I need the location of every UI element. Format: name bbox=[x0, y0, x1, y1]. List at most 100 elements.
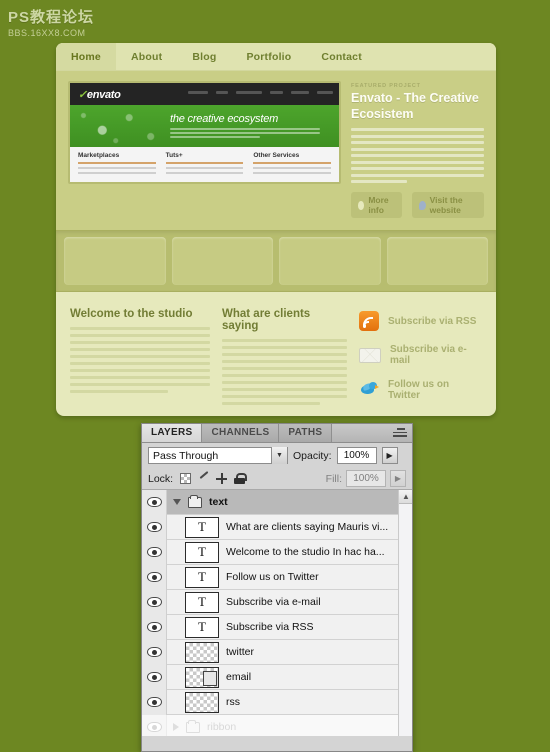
watermark-url: BBS.16XX8.COM bbox=[8, 28, 86, 38]
layer-name: Subscribe via e-mail bbox=[226, 596, 321, 608]
menu-bar bbox=[317, 91, 333, 94]
layer-visibility-toggle[interactable] bbox=[142, 714, 167, 736]
visit-website-button[interactable]: Visit the website bbox=[412, 192, 484, 219]
subscribe-email-row[interactable]: Subscribe via e-mail bbox=[359, 344, 482, 366]
tab-paths[interactable]: PATHS bbox=[279, 424, 333, 442]
nav-item-blog[interactable]: Blog bbox=[177, 43, 231, 70]
eye-icon bbox=[146, 522, 162, 532]
tab-layers[interactable]: LAYERS bbox=[142, 424, 203, 442]
more-info-button[interactable]: More info bbox=[351, 192, 403, 219]
layer-row-text-twitter[interactable]: T Follow us on Twitter bbox=[142, 564, 398, 590]
opacity-slider-arrow-icon[interactable]: ▶ bbox=[381, 447, 398, 464]
screenshot-column: Tuts+ bbox=[165, 152, 244, 179]
layer-row-text-email[interactable]: T Subscribe via e-mail bbox=[142, 589, 398, 615]
tab-channels[interactable]: CHANNELS bbox=[202, 424, 280, 442]
screenshot-columns: Marketplaces Tuts+ Other Services bbox=[70, 147, 339, 182]
layer-visibility-toggle[interactable] bbox=[142, 614, 167, 640]
lock-position-icon[interactable] bbox=[216, 473, 228, 484]
screenshot-banner: the creative ecosystem bbox=[70, 105, 339, 147]
opacity-label: Opacity: bbox=[293, 449, 332, 462]
layer-visibility-toggle[interactable] bbox=[142, 539, 167, 565]
screenshot-menu bbox=[188, 91, 333, 94]
lock-transparency-icon[interactable] bbox=[180, 473, 192, 484]
tab-label: PATHS bbox=[288, 427, 323, 438]
layer-row-text-welcome[interactable]: T Welcome to the studio In hac ha... bbox=[142, 539, 398, 565]
layer-name: rss bbox=[226, 696, 240, 708]
layer-row-email[interactable]: email bbox=[142, 664, 398, 690]
text-layer-thumbnail-icon: T bbox=[185, 616, 219, 638]
ribbon-thumbnail[interactable] bbox=[386, 237, 488, 286]
folder-icon bbox=[188, 494, 202, 508]
thumbnail-ribbon bbox=[56, 230, 496, 293]
scrollbar-track[interactable] bbox=[399, 504, 412, 736]
ribbon-thumbnail[interactable] bbox=[64, 237, 166, 286]
layer-row-content: twitter bbox=[167, 641, 398, 663]
rss-icon bbox=[359, 311, 379, 332]
featured-buttons: More info Visit the website bbox=[351, 192, 484, 219]
welcome-title: Welcome to the studio bbox=[70, 308, 193, 321]
text-layer-thumbnail-icon: T bbox=[185, 541, 219, 563]
layer-visibility-toggle[interactable] bbox=[142, 514, 167, 540]
welcome-body bbox=[70, 327, 210, 394]
ribbon-thumbnail[interactable] bbox=[171, 237, 273, 286]
layer-name: Welcome to the studio In hac ha... bbox=[226, 546, 385, 558]
subscribe-email-label: Subscribe via e-mail bbox=[390, 344, 467, 367]
fill-group: Fill: 100% ▶ bbox=[326, 470, 406, 487]
layer-row-group-text[interactable]: text bbox=[142, 490, 398, 515]
chevron-down-icon[interactable]: ▼ bbox=[271, 447, 287, 464]
text-layer-thumbnail-icon: T bbox=[185, 591, 219, 613]
layer-row-content: T What are clients saying Mauris vi... bbox=[167, 516, 398, 538]
layer-row-content: T Welcome to the studio In hac ha... bbox=[167, 541, 398, 563]
watermark-title: PS教程论坛 bbox=[8, 9, 95, 26]
layer-row-text-rss[interactable]: T Subscribe via RSS bbox=[142, 614, 398, 640]
follow-twitter-row[interactable]: Follow us on Twitter bbox=[359, 379, 482, 401]
eye-icon bbox=[146, 722, 162, 732]
menu-bar bbox=[216, 91, 228, 94]
lock-row: Lock: Fill: 100% ▶ bbox=[142, 468, 412, 490]
layer-row-group-ribbon[interactable]: ribbon bbox=[142, 714, 398, 736]
eye-icon bbox=[146, 597, 162, 607]
chevron-right-icon[interactable] bbox=[173, 723, 179, 731]
chevron-down-icon[interactable] bbox=[173, 499, 181, 505]
blend-mode-select[interactable]: Pass Through ▼ bbox=[148, 447, 288, 464]
nav-item-contact[interactable]: Contact bbox=[306, 43, 376, 70]
eye-icon bbox=[146, 572, 162, 582]
layer-rows: text T What are clients saying Mauris vi… bbox=[142, 490, 398, 736]
eye-icon bbox=[146, 647, 162, 657]
layer-visibility-toggle[interactable] bbox=[142, 639, 167, 665]
layer-row-twitter[interactable]: twitter bbox=[142, 639, 398, 665]
layer-visibility-toggle[interactable] bbox=[142, 689, 167, 715]
nav-item-about[interactable]: About bbox=[116, 43, 177, 70]
opacity-input[interactable]: 100% bbox=[336, 447, 377, 464]
layer-row-rss[interactable]: rss bbox=[142, 689, 398, 715]
menu-bar bbox=[291, 91, 309, 94]
panel-menu-icon[interactable] bbox=[393, 428, 407, 439]
lock-all-icon[interactable] bbox=[234, 473, 248, 484]
ribbon-thumbnail[interactable] bbox=[279, 237, 381, 286]
featured-project: FEATURED PROJECT Envato - The Creative E… bbox=[351, 81, 484, 219]
subscribe-rss-row[interactable]: Subscribe via RSS bbox=[359, 311, 482, 332]
featured-screenshot[interactable]: ✓envato the creative ecosystem Marketpla… bbox=[68, 81, 341, 184]
layer-row-text-clients[interactable]: T What are clients saying Mauris vi... bbox=[142, 514, 398, 540]
layer-name: text bbox=[209, 496, 228, 508]
lock-image-icon[interactable] bbox=[198, 473, 209, 484]
menu-bar bbox=[188, 91, 208, 94]
nav-label: Home bbox=[71, 50, 101, 63]
fill-label: Fill: bbox=[325, 472, 342, 485]
nav-label: Contact bbox=[321, 50, 362, 63]
nav-item-home[interactable]: Home bbox=[56, 43, 116, 70]
twitter-bird-icon bbox=[359, 381, 379, 399]
layer-visibility-toggle[interactable] bbox=[142, 589, 167, 615]
layer-visibility-toggle[interactable] bbox=[142, 664, 167, 690]
layers-scrollbar[interactable]: ▲ bbox=[398, 490, 412, 736]
fill-input[interactable]: 100% bbox=[346, 470, 386, 487]
scroll-up-icon[interactable]: ▲ bbox=[399, 490, 412, 504]
nav-item-portfolio[interactable]: Portfolio bbox=[231, 43, 306, 70]
layer-visibility-toggle[interactable] bbox=[142, 564, 167, 590]
layer-visibility-toggle[interactable] bbox=[142, 490, 167, 515]
layer-row-content: rss bbox=[167, 691, 398, 713]
fill-slider-arrow-icon[interactable]: ▶ bbox=[390, 470, 406, 487]
menu-bar bbox=[270, 91, 283, 94]
screenshot-column-title: Tuts+ bbox=[165, 152, 183, 159]
visit-website-label: Visit the website bbox=[429, 195, 463, 216]
